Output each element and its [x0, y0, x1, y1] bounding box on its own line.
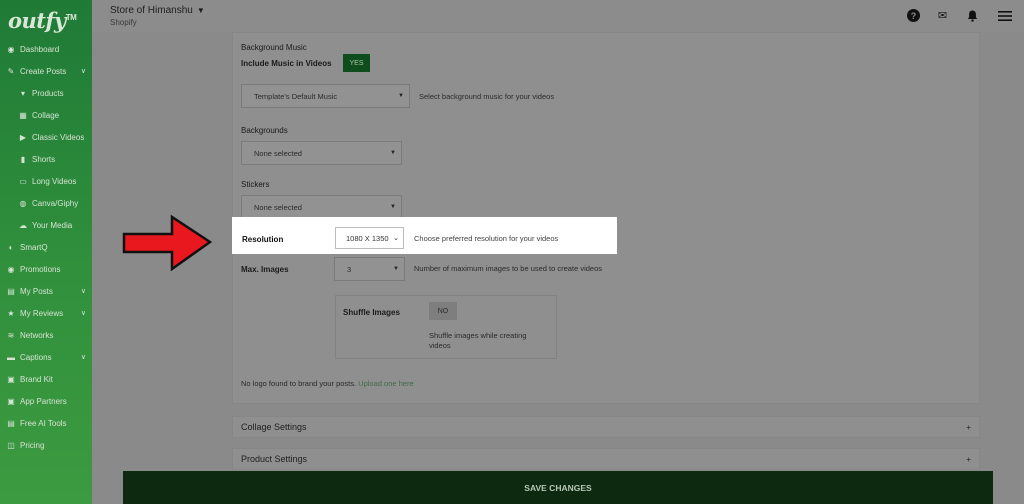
plus-icon: + — [966, 422, 971, 432]
play-icon: ▶ — [19, 132, 27, 142]
wifi-icon: ≋ — [7, 330, 15, 340]
dashboard-icon: ◉ — [7, 44, 15, 54]
sidebar-item-dashboard[interactable]: ◉ Dashboard — [0, 40, 92, 58]
store-platform: Shopify — [110, 18, 137, 27]
save-changes-button[interactable]: SAVE CHANGES — [123, 471, 993, 504]
sidebar-item-canva-giphy[interactable]: ◍ Canva/Giphy — [0, 194, 92, 212]
shuffle-images-toggle[interactable]: NO — [429, 302, 457, 320]
include-music-toggle[interactable]: YES — [343, 54, 370, 72]
sidebar-item-collage[interactable]: ▦ Collage — [0, 106, 92, 124]
sidebar: outfyTM ◉ Dashboard ✎ Create Posts ∨ ▾ Produ… — [0, 0, 92, 504]
store-switcher[interactable]: Store of Himanshu ▼ — [110, 5, 205, 16]
red-arrow-annotation — [122, 214, 212, 272]
bell-icon[interactable] — [966, 9, 979, 22]
pricing-icon: ◫ — [7, 440, 15, 450]
pencil-icon: ✎ — [7, 66, 15, 76]
resolution-row-highlight: Resolution 1080 X 1350 ⌄ Choose preferred… — [232, 217, 617, 254]
sidebar-item-captions[interactable]: ▬ Captions ∨ — [0, 348, 92, 366]
backgrounds-label: Backgrounds — [241, 126, 288, 135]
shirt-icon: ▾ — [20, 88, 25, 98]
chevron-down-icon: ∨ — [80, 68, 86, 75]
select-arrow-icon: ▼ — [390, 150, 396, 156]
max-images-hint: Number of maximum images to be used to c… — [414, 264, 603, 273]
logo-notice: No logo found to brand your posts. Uploa… — [241, 379, 414, 388]
chevron-down-icon: ∨ — [80, 310, 86, 317]
select-arrow-icon: ▼ — [393, 266, 399, 272]
mail-icon[interactable]: ✉ — [936, 9, 949, 22]
chevron-down-icon: ∨ — [80, 354, 86, 361]
caret-down-icon: ▼ — [196, 6, 205, 15]
video-icon: ▭ — [19, 176, 27, 186]
backgrounds-select[interactable]: None selected ▼ — [241, 141, 402, 165]
help-icon[interactable]: ? — [907, 9, 920, 22]
top-bar: Store of Himanshu ▼ Shopify ? ✉ — [92, 0, 1024, 32]
sidebar-item-networks[interactable]: ≋ Networks — [0, 326, 92, 344]
shuffle-hint-line2: videos — [429, 341, 451, 350]
shorts-icon: ▮ — [20, 154, 26, 164]
music-select[interactable]: Template's Default Music ▼ — [241, 84, 410, 108]
stickers-select[interactable]: None selected ▼ — [241, 195, 402, 219]
resolution-label: Resolution — [242, 235, 284, 244]
select-arrow-icon: ⌄ — [393, 235, 399, 242]
sidebar-item-classic-videos[interactable]: ▶ Classic Videos — [0, 128, 92, 146]
sidebar-item-create-posts[interactable]: ✎ Create Posts ∨ — [0, 62, 92, 80]
sidebar-item-app-partners[interactable]: ▣ App Partners — [0, 392, 92, 410]
sidebar-item-my-posts[interactable]: ▤ My Posts ∨ — [0, 282, 92, 300]
cloud-icon: ☁ — [19, 220, 27, 230]
smartq-icon: ◐ — [8, 242, 14, 252]
sidebar-item-long-videos[interactable]: ▭ Long Videos — [0, 172, 92, 190]
partners-icon: ▣ — [7, 396, 15, 406]
sidebar-item-products[interactable]: ▾ Products — [0, 84, 92, 102]
include-music-label: Include Music in Videos — [241, 59, 332, 68]
select-arrow-icon: ▼ — [390, 204, 396, 210]
product-settings-accordion[interactable]: Product Settings + — [232, 448, 980, 470]
sidebar-item-your-media[interactable]: ☁ Your Media — [0, 216, 92, 234]
max-images-select[interactable]: 3 ▼ — [334, 257, 405, 281]
chevron-down-icon: ∨ — [80, 288, 86, 295]
music-hint: Select background music for your videos — [419, 92, 555, 101]
brandkit-icon: ▣ — [7, 374, 15, 384]
sidebar-item-my-reviews[interactable]: ★ My Reviews ∨ — [0, 304, 92, 322]
sidebar-item-promotions[interactable]: ◉ Promotions — [0, 260, 92, 278]
hamburger-menu-icon[interactable] — [997, 9, 1012, 22]
select-arrow-icon: ▼ — [398, 93, 404, 99]
shuffle-hint-line1: Shuffle images while creating — [429, 331, 527, 340]
resolution-hint: Choose preferred resolution for your vid… — [414, 234, 559, 243]
collage-settings-accordion[interactable]: Collage Settings + — [232, 416, 980, 438]
ai-tools-icon: ▤ — [7, 418, 15, 428]
posts-icon: ▤ — [7, 286, 15, 296]
sidebar-item-free-ai-tools[interactable]: ▤ Free AI Tools — [0, 414, 92, 432]
upload-logo-link[interactable]: Upload one here — [358, 379, 413, 388]
sidebar-item-pricing[interactable]: ◫ Pricing — [0, 436, 92, 454]
shuffle-images-label: Shuffle Images — [343, 308, 400, 317]
sidebar-item-brand-kit[interactable]: ▣ Brand Kit — [0, 370, 92, 388]
promotions-icon: ◉ — [7, 264, 15, 274]
plus-icon: + — [966, 454, 971, 464]
star-icon: ★ — [7, 308, 15, 318]
max-images-label: Max. Images — [241, 265, 289, 274]
stickers-label: Stickers — [241, 180, 270, 189]
captions-icon: ▬ — [7, 352, 15, 362]
sidebar-item-smartq[interactable]: ◐ SmartQ — [0, 238, 92, 256]
background-music-title: Background Music — [241, 43, 307, 52]
grid-icon: ▦ — [19, 110, 27, 120]
palette-icon: ◍ — [19, 198, 27, 208]
sidebar-item-shorts[interactable]: ▮ Shorts — [0, 150, 92, 168]
resolution-select[interactable]: 1080 X 1350 ⌄ — [335, 227, 404, 249]
outfy-logo[interactable]: outfyTM — [8, 8, 77, 33]
